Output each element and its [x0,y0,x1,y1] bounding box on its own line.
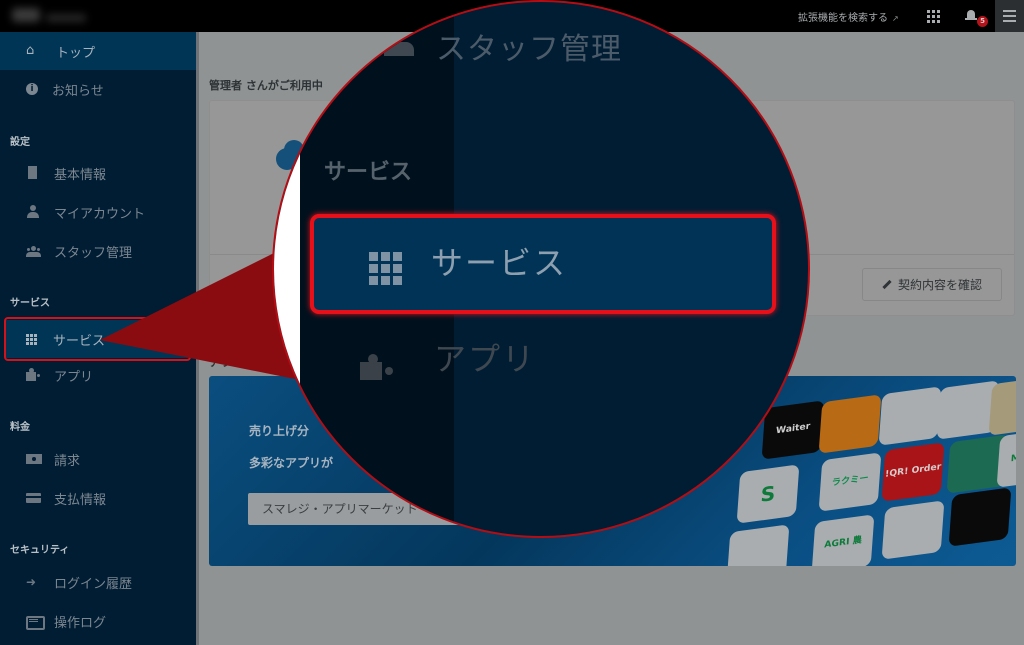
app-tile-burst [881,500,945,560]
sidebar-item-staff[interactable]: スタッフ管理 [0,232,196,270]
extension-search-link[interactable]: 拡張機能を検索する ↗ [798,9,899,24]
users-icon [384,42,414,56]
highlight-box [4,317,191,361]
sidebar-item-label: ログイン履歴 [54,576,133,592]
magnified-staff-label: スタッフ管理 [436,32,622,67]
magnifier-white-edge [274,2,300,536]
sidebar-item-label: 支払情報 [54,492,107,508]
building-icon [26,166,40,180]
sidebar-item-label: トップ [56,45,96,61]
sidebar-item-basic-info[interactable]: 基本情報 [0,154,196,192]
view-contract-button[interactable]: 契約内容を確認 [862,268,1002,301]
magnifier-callout: スタッフ管理 サービス サービス アプリ [272,0,810,538]
app-tile-icons [948,487,1012,547]
keyboard-icon [26,614,45,630]
external-link-icon: ↗ [892,14,899,23]
sidebar-item-label: アプリ [54,369,94,385]
credit-card-icon [26,491,41,505]
section-title-service: サービス [10,298,50,309]
puzzle-icon [360,352,390,380]
extension-search-label: 拡張機能を検索する [798,13,888,24]
magnified-section-title: サービス [324,160,413,185]
sidebar-item-login-history[interactable]: ➜ ログイン履歴 [0,563,196,601]
home-icon: ⌂ [26,43,35,58]
sidebar-scrollbar[interactable] [196,32,199,645]
sidebar-item-label: 請求 [54,453,81,469]
app-tile-rakumi: ラクミー [818,452,882,512]
app-tile-agri: AGRI 農 [811,514,875,566]
sidebar-item-top[interactable]: ⌂ トップ [0,32,196,70]
sidebar-item-payment[interactable]: 支払情報 [0,479,196,517]
sidebar-item-operation-log[interactable]: 操作ログ [0,602,196,640]
money-icon [26,452,42,466]
section-title-security: セキュリティ [10,545,70,556]
sidebar-item-invoice[interactable]: 請求 [0,440,196,478]
sidebar-item-label: 操作ログ [54,615,107,631]
sidebar-item-apps[interactable]: アプリ [0,356,196,394]
hamburger-menu-button[interactable] [995,0,1024,32]
pencil-icon [882,279,892,290]
app-tile-monitor [878,386,942,446]
magnified-service-label: サービス [431,244,568,282]
sidebar-item-label: スタッフ管理 [54,245,133,261]
section-title-billing: 料金 [10,422,30,433]
section-title-settings: 設定 [10,137,30,148]
sidebar-item-label: 基本情報 [54,167,107,183]
grid-icon [369,252,402,285]
sidebar-item-news[interactable]: i お知らせ [0,70,196,108]
sign-in-icon: ➜ [26,575,37,589]
bell-icon[interactable] [965,9,977,23]
apps-grid-icon[interactable] [927,10,940,23]
puzzle-icon [26,368,40,382]
sidebar-item-my-account[interactable]: マイアカウント [0,193,196,231]
magnified-apps-label: アプリ [434,340,537,378]
sidebar-item-label: マイアカウント [54,206,146,222]
app-tile-orange [818,394,882,454]
info-icon: i [26,83,38,95]
magnified-service-item: サービス [310,214,776,314]
app-tile-qr-order: !QR! Order [881,442,945,502]
sidebar-item-label: お知らせ [52,83,104,99]
view-contract-label: 契約内容を確認 [897,278,982,292]
users-icon [26,244,41,258]
user-icon [26,205,40,219]
notification-badge: 5 [977,16,988,27]
logo[interactable] [10,6,90,26]
